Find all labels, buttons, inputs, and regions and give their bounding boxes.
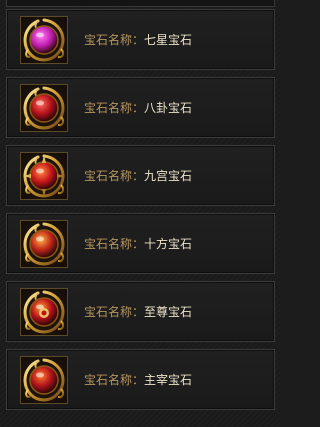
- gem-row[interactable]: 宝石名称：七星宝石: [6, 9, 275, 70]
- gem-name-key: 宝石名称：: [84, 305, 145, 319]
- gem-name-value: 七星宝石: [144, 33, 193, 47]
- gem-list: 宝石名称：七星宝石 宝石名称：八卦宝石 宝石名称：九宫宝石 宝石名称：十方宝石 …: [6, 9, 275, 417]
- supreme-gem-icon: [21, 289, 67, 335]
- gem-label: 宝石名称：至尊宝石: [84, 304, 192, 320]
- gem-name-value: 十方宝石: [144, 237, 193, 251]
- ten-direction-gem-icon: [21, 221, 67, 267]
- gem-name-key: 宝石名称：: [84, 169, 145, 183]
- gem-list-panel: 宝石名称：七星宝石 宝石名称：八卦宝石 宝石名称：九宫宝石 宝石名称：十方宝石 …: [0, 0, 281, 427]
- gem-slot: [20, 356, 68, 404]
- gem-name-key: 宝石名称：: [84, 33, 145, 47]
- gem-slot: [20, 152, 68, 200]
- gem-name-value: 八卦宝石: [144, 101, 193, 115]
- gem-row[interactable]: 宝石名称：至尊宝石: [6, 281, 275, 342]
- gem-slot: [20, 16, 68, 64]
- gem-name-value: 至尊宝石: [144, 305, 193, 319]
- gem-label: 宝石名称：七星宝石: [84, 32, 192, 48]
- gem-row[interactable]: 宝石名称：八卦宝石: [6, 77, 275, 138]
- gem-name-key: 宝石名称：: [84, 237, 145, 251]
- gem-label: 宝石名称：八卦宝石: [84, 100, 192, 116]
- gem-slot: [20, 84, 68, 132]
- gem-name-value: 九宫宝石: [144, 169, 193, 183]
- gem-row[interactable]: 宝石名称：十方宝石: [6, 213, 275, 274]
- gem-slot: [20, 288, 68, 336]
- gem-name-key: 宝石名称：: [84, 101, 145, 115]
- top-border-strip: [6, 0, 275, 7]
- dominator-gem-icon: [21, 357, 67, 403]
- gem-label: 宝石名称：主宰宝石: [84, 372, 192, 388]
- gem-label: 宝石名称：九宫宝石: [84, 168, 192, 184]
- gem-row[interactable]: 宝石名称：九宫宝石: [6, 145, 275, 206]
- bagua-gem-icon: [21, 85, 67, 131]
- gem-label: 宝石名称：十方宝石: [84, 236, 192, 252]
- gem-name-key: 宝石名称：: [84, 373, 145, 387]
- seven-star-gem-icon: [21, 17, 67, 63]
- gem-name-value: 主宰宝石: [144, 373, 193, 387]
- nine-palace-gem-icon: [21, 153, 67, 199]
- gem-row[interactable]: 宝石名称：主宰宝石: [6, 349, 275, 410]
- gem-slot: [20, 220, 68, 268]
